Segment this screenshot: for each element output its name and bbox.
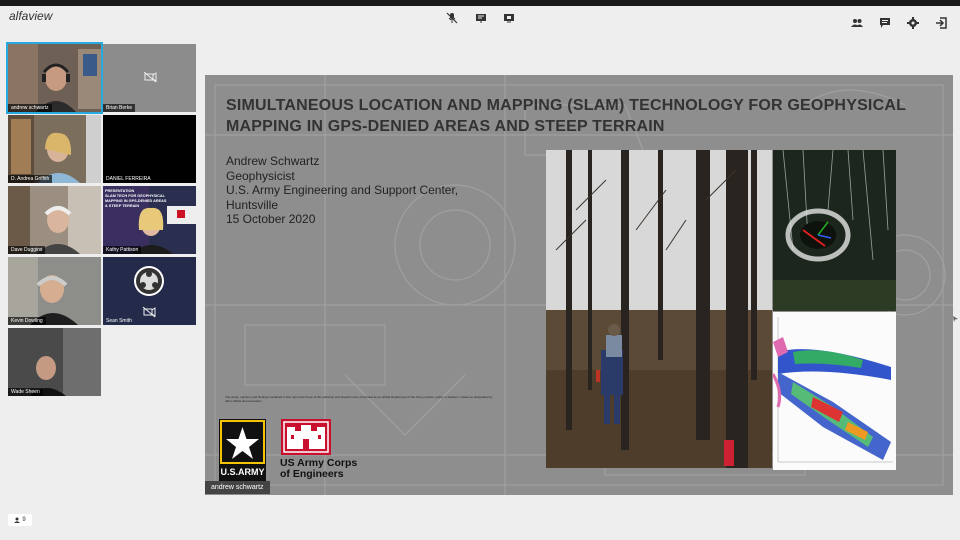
point-cloud-image xyxy=(773,150,896,311)
participant-video xyxy=(8,257,101,325)
author-line: U.S. Army Engineering and Support Center… xyxy=(226,183,459,197)
settings-icon[interactable] xyxy=(907,17,919,29)
mouse-cursor-icon xyxy=(953,316,958,322)
us-army-logo: U.S.ARMY xyxy=(219,419,266,481)
thumb-slide-text: PRESENTATION SLAM TECH FOR GEOPHYSICAL M… xyxy=(105,189,167,208)
participant-name: Wade Sheen xyxy=(8,388,43,396)
participants-icon[interactable] xyxy=(851,17,863,29)
app-logo: alfaview xyxy=(9,9,53,23)
participant-count: 9 xyxy=(22,517,26,523)
participant-tile[interactable]: Kevin Dowling xyxy=(8,257,101,325)
author-line: Huntsville xyxy=(226,197,279,212)
mic-muted-icon[interactable] xyxy=(446,12,458,24)
forest-photo xyxy=(546,150,772,468)
participant-video xyxy=(8,44,101,112)
participant-tile[interactable]: Brian Berke xyxy=(103,44,196,112)
participant-video xyxy=(103,257,196,325)
participant-name: Sean Smith xyxy=(106,318,132,324)
participant-tile[interactable]: andrew schwartz xyxy=(6,42,103,114)
participant-tile[interactable]: PRESENTATION SLAM TECH FOR GEOPHYSICAL M… xyxy=(103,186,196,254)
person-icon xyxy=(14,517,21,523)
participant-name: D. Andrea Griffith xyxy=(8,175,53,183)
presenter-name-tag: andrew schwartz xyxy=(205,481,270,494)
participant-name: andrew schwartz xyxy=(8,104,52,112)
participant-tile[interactable]: Wade Sheen xyxy=(8,328,101,396)
shared-slide: SIMULTANEOUS LOCATION AND MAPPING (SLAM)… xyxy=(205,75,953,495)
slide-title: SIMULTANEOUS LOCATION AND MAPPING (SLAM)… xyxy=(226,97,906,135)
whiteboard-icon[interactable] xyxy=(475,12,487,24)
usace-wordmark: US Army Corps of Engineers xyxy=(280,457,358,480)
participant-video xyxy=(8,115,101,183)
participant-count-badge[interactable]: 9 xyxy=(8,514,32,526)
participant-name: Dave Duggins xyxy=(8,246,46,254)
participant-name: Kathy Pattison xyxy=(103,246,142,254)
participant-tile[interactable]: Dave Duggins xyxy=(8,186,101,254)
svg-text:U.S.ARMY: U.S.ARMY xyxy=(220,467,264,477)
participant-tile[interactable]: Sean Smith xyxy=(103,257,196,325)
participant-video xyxy=(8,186,101,254)
author-line: 15 October 2020 xyxy=(226,212,316,226)
slide-author-block: Andrew Schwartz Geophysicist U.S. Army E… xyxy=(226,154,458,227)
participant-video xyxy=(8,328,101,396)
screen-share-icon[interactable] xyxy=(503,12,515,24)
author-line: Geophysicist xyxy=(226,168,295,183)
participant-video xyxy=(103,44,196,112)
leave-icon[interactable] xyxy=(935,17,947,29)
participant-tile[interactable]: DANIEL FERREIRA xyxy=(103,115,196,183)
chat-icon[interactable] xyxy=(879,17,891,29)
participant-name: DANIEL FERREIRA xyxy=(106,176,151,182)
participant-name: Kevin Dowling xyxy=(8,317,46,325)
marker-post xyxy=(724,440,734,466)
slide-disclaimer: The views, opinions and findings contain… xyxy=(225,395,493,403)
author-line: Andrew Schwartz xyxy=(226,154,320,168)
participant-tile[interactable]: D. Andrea Griffith xyxy=(8,115,101,183)
usace-castle-logo xyxy=(281,419,331,455)
participant-name: Brian Berke xyxy=(103,104,136,112)
obs-logo-icon xyxy=(134,266,164,296)
geophysical-3d-plot xyxy=(773,312,896,470)
window-top-bar xyxy=(0,0,960,6)
